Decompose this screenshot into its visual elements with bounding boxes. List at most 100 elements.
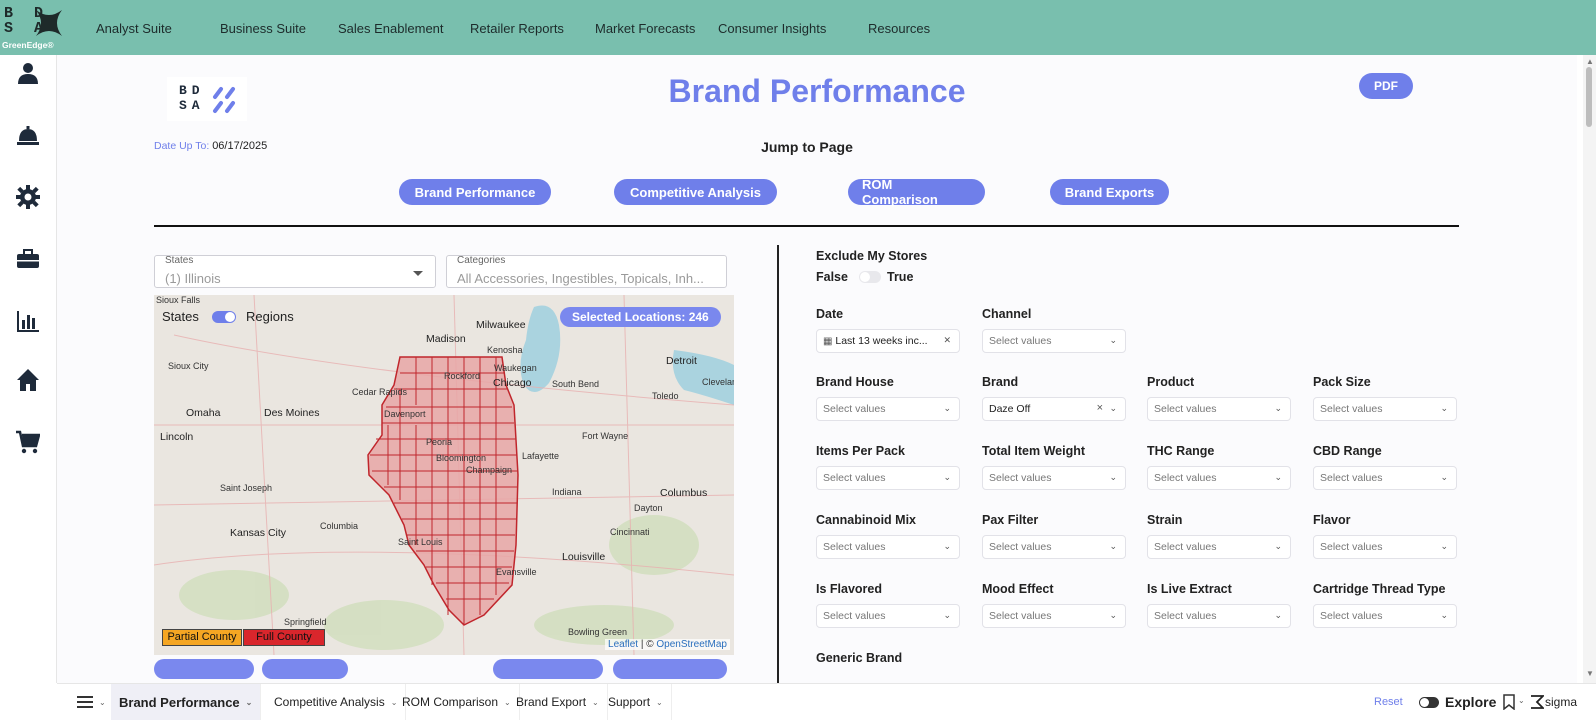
pdf-button[interactable]: PDF [1359,73,1413,99]
mood-effect-filter[interactable]: Select values ⌄ [982,604,1126,628]
flavor-filter[interactable]: Select values ⌄ [1313,535,1457,559]
map-label-omaha: Omaha [186,407,221,419]
tab-competitive-analysis[interactable]: Competitive Analysis ⌄ [266,684,407,720]
calendar-icon: ▦ [823,336,833,347]
map-label-evansville: Evansville [496,567,537,577]
generic-brand-label: Generic Brand [816,651,903,665]
tab-brand-export[interactable]: Brand Export ⌄ [508,684,608,720]
items-per-pack-filter[interactable]: Select values ⌄ [816,466,960,490]
pax-filter[interactable]: Select values ⌄ [982,535,1126,559]
clear-icon[interactable]: × [1097,402,1103,414]
items-per-pack-label: Items Per Pack [816,444,905,458]
region-map[interactable]: Sioux Falls Milwaukee Madison Kenosha De… [154,295,734,655]
reset-button[interactable]: Reset [1374,696,1403,708]
legend-partial-county: Partial County [162,629,242,646]
nav-market-forecasts[interactable]: Market Forecasts [595,21,695,36]
openstreetmap-link[interactable]: OpenStreetMap [656,639,727,650]
brand-house-filter[interactable]: Select values ⌄ [816,397,960,421]
exclude-my-stores-toggle[interactable] [859,271,881,283]
date-filter-value: Last 13 weeks inc... [835,335,928,347]
page-title: Brand Performance [668,73,966,109]
leaflet-link[interactable]: Leaflet [608,639,638,650]
map-label-cincinnati: Cincinnati [610,527,650,537]
tab-brand-performance[interactable]: Brand Performance ⌄ [111,684,262,720]
nav-sales-enablement[interactable]: Sales Enablement [338,21,444,36]
is-flavored-filter[interactable]: Select values ⌄ [816,604,960,628]
jump-rom-comparison-button[interactable]: ROM Comparison [848,177,985,207]
gear-icon[interactable] [16,185,40,209]
bar-chart-icon[interactable] [16,309,40,333]
nav-analyst-suite[interactable]: Analyst Suite [96,21,172,36]
is-live-extract-filter[interactable]: Select values ⌄ [1147,604,1291,628]
explore-toggle[interactable] [1419,697,1439,708]
strain-filter[interactable]: Select values ⌄ [1147,535,1291,559]
clear-icon[interactable]: ✕ [943,335,951,346]
map-label-madison: Madison [426,333,466,345]
map-action-button[interactable] [493,659,603,679]
brand-filter-value: Daze Off [989,403,1031,415]
tab-brand-export-label: Brand Export [516,695,587,709]
section-divider [154,225,1459,227]
nav-consumer-insights[interactable]: Consumer Insights [718,21,826,36]
brand-house-placeholder: Select values [823,403,886,415]
scroll-up-icon[interactable]: ▲ [1586,57,1594,66]
channel-filter[interactable]: Select values ⌄ [982,329,1126,353]
strain-placeholder: Select values [1154,541,1217,553]
product-label: Product [1147,375,1195,389]
scrollbar-thumb[interactable] [1586,67,1592,127]
service-bell-icon[interactable] [16,123,40,147]
total-item-weight-label: Total Item Weight [982,444,1086,458]
map-action-button[interactable] [262,659,348,679]
chevron-down-icon: ⌄ [1274,472,1282,482]
bdsa-greenedge-logo[interactable]: B DS A GreenEdge® [0,0,66,55]
brand-filter[interactable]: Daze Off × ⌄ [982,397,1126,421]
jump-competitive-analysis-button[interactable]: Competitive Analysis [614,179,777,205]
home-icon[interactable] [16,368,40,392]
states-dropdown-value: (1) Illinois [165,271,221,286]
states-dropdown[interactable]: States (1) Illinois [154,255,436,288]
categories-dropdown[interactable]: Categories All Accessories, Ingestibles,… [446,255,727,288]
explore-label: Explore [1445,694,1497,710]
jump-brand-performance-button[interactable]: Brand Performance [399,179,551,205]
map-label-kenosha: Kenosha [487,345,523,355]
bookmark-icon[interactable] [1503,694,1515,710]
cartridge-thread-type-filter[interactable]: Select values ⌄ [1313,604,1457,628]
thc-range-filter[interactable]: Select values ⌄ [1147,466,1291,490]
flavor-label: Flavor [1313,513,1351,527]
thc-range-label: THC Range [1147,444,1215,458]
map-label-columbus: Columbus [660,487,708,499]
is-live-extract-label: Is Live Extract [1147,582,1232,596]
menu-button[interactable]: ⌄ [69,684,114,720]
map-label-peoria: Peoria [426,437,453,447]
cbd-range-filter[interactable]: Select values ⌄ [1313,466,1457,490]
user-icon[interactable] [16,61,40,85]
mood-effect-label: Mood Effect [982,582,1054,596]
map-label-south-bend: South Bend [552,379,600,389]
logo-mark-icon [36,10,62,36]
tab-competitive-analysis-label: Competitive Analysis [274,695,385,709]
map-action-button[interactable] [154,659,254,679]
nav-business-suite[interactable]: Business Suite [220,21,306,36]
chevron-down-icon[interactable]: ⌄ [1518,696,1525,705]
chevron-down-icon [413,271,423,276]
exclude-my-stores-label: Exclude My Stores [816,249,928,263]
cannabinoid-mix-filter[interactable]: Select values ⌄ [816,535,960,559]
total-item-weight-filter[interactable]: Select values ⌄ [982,466,1126,490]
tab-support[interactable]: Support ⌄ [600,684,672,720]
nav-retailer-reports[interactable]: Retailer Reports [470,21,564,36]
column-divider [777,245,779,683]
briefcase-icon[interactable] [16,247,40,271]
date-filter[interactable]: ▦ Last 13 weeks inc... ✕ [816,329,960,353]
jump-brand-exports-button[interactable]: Brand Exports [1050,179,1169,205]
scroll-down-icon[interactable]: ▼ [1586,669,1594,678]
nav-resources[interactable]: Resources [868,21,930,36]
cart-icon[interactable] [16,430,40,454]
map-label-des-moines: Des Moines [264,407,320,419]
pack-size-filter[interactable]: Select values ⌄ [1313,397,1457,421]
states-regions-toggle[interactable] [212,311,236,323]
tab-rom-comparison[interactable]: ROM Comparison ⌄ [394,684,520,720]
map-label-louisville: Louisville [562,551,606,563]
map-action-button[interactable] [613,659,727,679]
product-filter[interactable]: Select values ⌄ [1147,397,1291,421]
vertical-scrollbar[interactable]: ▲ ▼ [1583,55,1596,683]
